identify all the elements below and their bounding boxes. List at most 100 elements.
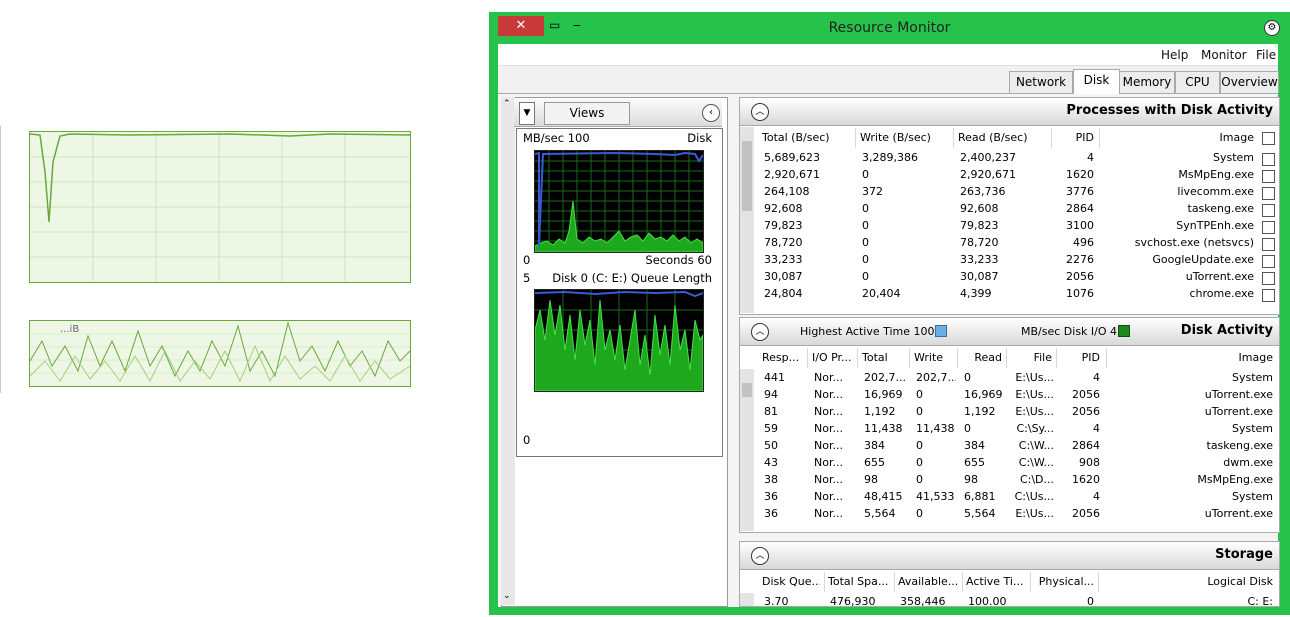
views-dropdown-icon[interactable]: ▼ [519, 102, 535, 125]
disk-pid: 1620 [1072, 473, 1100, 486]
process-checkbox[interactable] [1262, 153, 1275, 166]
scroll-up-icon[interactable]: ⌃ [503, 99, 511, 109]
process-checkbox[interactable] [1262, 187, 1275, 200]
disk-priority: Nor... [814, 456, 843, 469]
process-checkbox[interactable] [1262, 238, 1275, 251]
process-write: 0 [862, 202, 869, 215]
graph-pane-scrollbar[interactable]: ⌃ ⌄ [501, 97, 515, 605]
col-total[interactable]: Total (B/sec) [762, 128, 850, 148]
process-checkbox[interactable] [1262, 221, 1275, 234]
menu-help[interactable]: Help [1161, 48, 1188, 62]
col-read[interactable]: Read (B/sec) [958, 128, 1046, 148]
storage-total: 476,930 [830, 595, 876, 607]
collapse-icon[interactable]: ︿ [751, 323, 769, 341]
process-read: 78,720 [960, 236, 999, 249]
disk-pid: 908 [1079, 456, 1100, 469]
disk-read: 0 [964, 371, 971, 384]
col-disk-queue[interactable]: Disk Que... [762, 572, 820, 592]
process-image: GoogleUpdate.exe [1152, 253, 1254, 266]
process-checkbox[interactable] [1262, 170, 1275, 183]
collapse-pane-icon[interactable]: ‹ [702, 104, 720, 122]
disk-total: 11,438 [864, 422, 903, 435]
col-image[interactable]: Image [1104, 128, 1254, 148]
collapse-icon[interactable]: ︿ [751, 547, 769, 565]
tab-disk[interactable]: Disk [1073, 69, 1120, 94]
gear-icon[interactable]: ⚙ [1264, 20, 1280, 36]
process-pid: 3100 [1066, 219, 1094, 232]
window-client-area: File Monitor Help Overview CPU Memory Di… [498, 44, 1280, 607]
disk-image: uTorrent.exe [1204, 405, 1273, 418]
disk-write: 0 [916, 388, 923, 401]
disk-read: 6,881 [964, 490, 996, 503]
col-response[interactable]: Resp... [762, 348, 804, 368]
tab-memory[interactable]: Memory [1119, 71, 1175, 93]
process-checkbox[interactable] [1262, 255, 1275, 268]
disk-file: E:\Us... [1015, 371, 1054, 384]
disk-file: E:\Us... [1015, 388, 1054, 401]
collapse-icon[interactable]: ︿ [751, 103, 769, 121]
col-active-time[interactable]: Active Ti... [966, 572, 1026, 592]
process-checkbox[interactable] [1262, 289, 1275, 302]
select-all-checkbox[interactable] [1262, 132, 1275, 145]
process-read: 33,233 [960, 253, 999, 266]
disk-response: 50 [764, 439, 778, 452]
storage-scrollbar[interactable] [740, 593, 754, 606]
queue-graph-scale: 5 [523, 271, 531, 285]
processes-scrollbar[interactable] [740, 127, 754, 313]
disk-activity-header[interactable]: ︿ Highest Active Time 100% MB/sec Disk I… [740, 318, 1279, 346]
col-total-space[interactable]: Total Spa... [828, 572, 890, 592]
disk-activity-scrollbar[interactable] [740, 369, 754, 531]
disk-priority: Nor... [814, 473, 843, 486]
col-write[interactable]: Write [914, 348, 954, 368]
process-pid: 3776 [1066, 185, 1094, 198]
col-logical-disk[interactable]: Logical Disk [1102, 572, 1273, 592]
process-checkbox[interactable] [1262, 272, 1275, 285]
process-pid: 4 [1087, 151, 1094, 164]
disk-total: 16,969 [864, 388, 903, 401]
col-image[interactable]: Image [1110, 348, 1273, 368]
background-divider [0, 126, 1, 393]
disk-pid: 2056 [1072, 405, 1100, 418]
process-total: 33,233 [764, 253, 803, 266]
tab-overview[interactable]: Overview [1220, 71, 1279, 93]
highest-active-time: Highest Active Time 100% [800, 325, 945, 338]
scroll-down-icon[interactable]: ⌄ [503, 591, 511, 601]
disk-activity-title: Disk Activity [1180, 323, 1273, 338]
disk-write: 0 [916, 473, 923, 486]
background-graph-label: ...iB [60, 324, 80, 335]
queue-length-graph [534, 289, 704, 392]
processes-header[interactable]: ︿ Processes with Disk Activity [740, 98, 1279, 126]
menu-monitor[interactable]: Monitor [1201, 48, 1247, 62]
scroll-thumb[interactable] [742, 383, 752, 397]
col-file[interactable]: File [1010, 348, 1052, 368]
views-button[interactable]: Views [544, 102, 630, 125]
storage-title: Storage [1215, 547, 1273, 562]
col-io-priority[interactable]: I/O Pr... [812, 348, 854, 368]
disk-total: 1,192 [864, 405, 896, 418]
disk-pid: 2864 [1072, 439, 1100, 452]
tab-network[interactable]: Network [1009, 71, 1073, 93]
storage-header[interactable]: ︿ Storage [740, 542, 1279, 570]
queue-graph-min: 0 [523, 433, 531, 447]
tab-cpu[interactable]: CPU [1175, 71, 1220, 93]
col-pid[interactable]: PID [1060, 348, 1100, 368]
col-total[interactable]: Total [862, 348, 906, 368]
disk-priority: Nor... [814, 388, 843, 401]
col-write[interactable]: Write (B/sec) [860, 128, 948, 148]
disk-priority: Nor... [814, 405, 843, 418]
resource-monitor-window: ✕ ▭ ‒ Resource Monitor ⚙ File Monitor He… [489, 12, 1290, 615]
col-divider [1056, 348, 1057, 368]
disk-pid: 4 [1093, 490, 1100, 503]
col-physical[interactable]: Physical... [1034, 572, 1094, 592]
process-checkbox[interactable] [1262, 204, 1275, 217]
disk-write: 0 [916, 456, 923, 469]
menu-file[interactable]: File [1256, 48, 1276, 62]
process-pid: 2056 [1066, 270, 1094, 283]
col-available[interactable]: Available... [898, 572, 958, 592]
disk-file: C:\Us... [1014, 490, 1054, 503]
scroll-thumb[interactable] [742, 141, 752, 211]
process-pid: 1620 [1066, 168, 1094, 181]
col-read[interactable]: Read [962, 348, 1002, 368]
col-pid[interactable]: PID [1056, 128, 1094, 148]
process-pid: 1076 [1066, 287, 1094, 300]
